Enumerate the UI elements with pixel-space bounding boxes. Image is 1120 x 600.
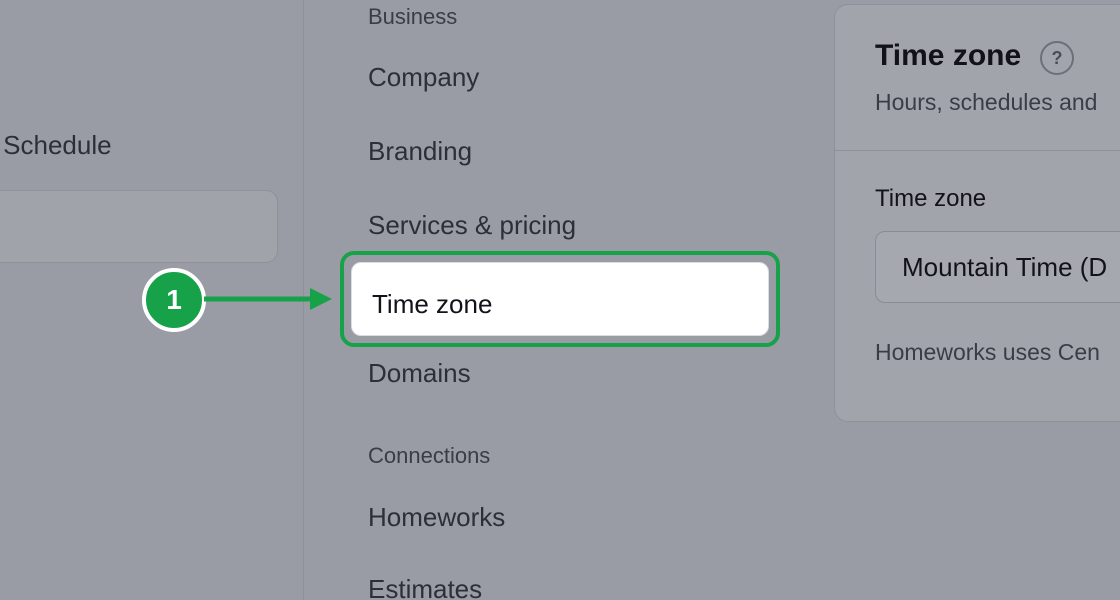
- sidebar-item-schedule[interactable]: ced Schedule: [0, 130, 112, 161]
- nav-item-estimates[interactable]: Estimates: [368, 574, 482, 600]
- help-text: Homeworks uses Cen: [875, 339, 1100, 365]
- group-label-business: Business: [368, 4, 458, 29]
- nav-item-branding[interactable]: Branding: [368, 136, 472, 167]
- card-subtitle: Hours, schedules and: [875, 89, 1098, 115]
- group-label-connections: Connections: [368, 443, 491, 468]
- sidebar-item-label: ced Schedule: [0, 130, 112, 160]
- card-header: Time zone ? Hours, schedules and: [835, 5, 1120, 151]
- nav-item-domains[interactable]: Domains: [368, 358, 471, 389]
- arrow-right-icon: [204, 288, 332, 310]
- nav-item-company[interactable]: Company: [368, 62, 479, 93]
- time-zone-label: Time zone: [875, 185, 987, 212]
- select-value: Mountain Time (D: [902, 252, 1108, 282]
- help-icon[interactable]: ?: [1040, 41, 1074, 75]
- highlight-outline: Time zone: [340, 251, 780, 347]
- step-badge: 1: [142, 268, 206, 332]
- time-zone-select[interactable]: Mountain Time (D: [875, 231, 1120, 303]
- nav-item-services-pricing[interactable]: Services & pricing: [368, 210, 576, 241]
- nav-item-homeworks[interactable]: Homeworks: [368, 502, 505, 533]
- time-zone-card: Time zone ? Hours, schedules and Time zo…: [834, 4, 1120, 422]
- card-title: Time zone: [875, 39, 1022, 72]
- nav-item-label: Time zone: [372, 289, 493, 319]
- nav-item-time-zone[interactable]: Time zone: [351, 262, 769, 336]
- sidebar-item-settings[interactable]: gs: [0, 190, 278, 263]
